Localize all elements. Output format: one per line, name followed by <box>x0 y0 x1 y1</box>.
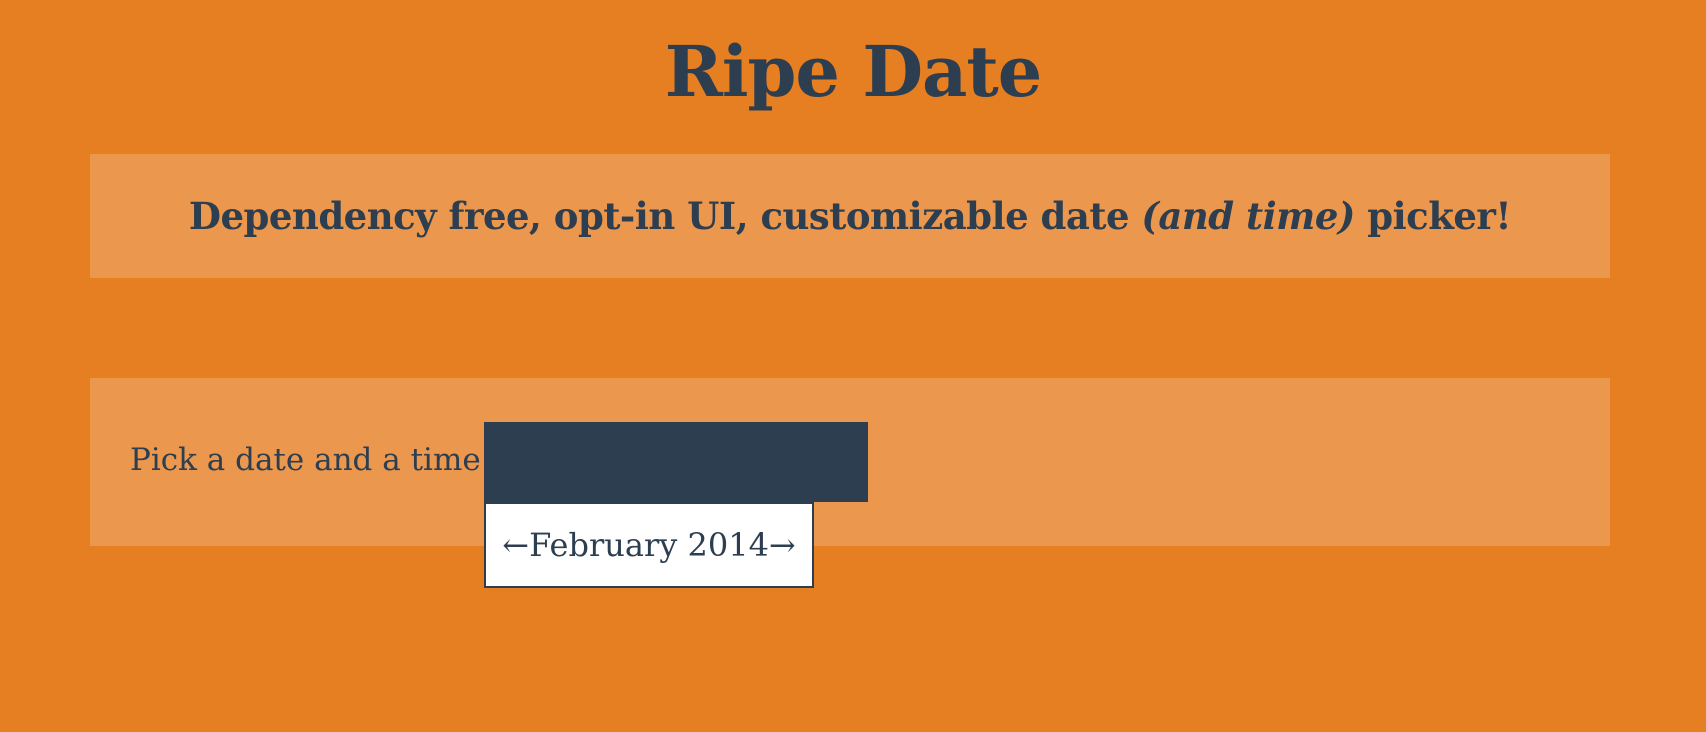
tagline-text-end: picker! <box>1354 194 1512 238</box>
tagline-text-start: Dependency free, opt-in UI, customizable… <box>188 194 1142 238</box>
next-month-button[interactable]: → <box>769 525 796 565</box>
tagline-panel: Dependency free, opt-in UI, customizable… <box>90 154 1610 278</box>
prev-month-button[interactable]: ← <box>502 525 529 565</box>
tagline-emphasis: (and time) <box>1141 194 1355 238</box>
date-time-input[interactable] <box>484 422 868 502</box>
demo-panel: Pick a date and a time: <box>90 378 1610 546</box>
month-year-label: February 2014 <box>529 526 769 564</box>
datepicker-popup: ← February 2014 → <box>484 502 814 588</box>
page-title: Ripe Date <box>664 30 1043 113</box>
tagline: Dependency free, opt-in UI, customizable… <box>90 191 1610 241</box>
pick-date-label: Pick a date and a time: <box>130 442 492 478</box>
